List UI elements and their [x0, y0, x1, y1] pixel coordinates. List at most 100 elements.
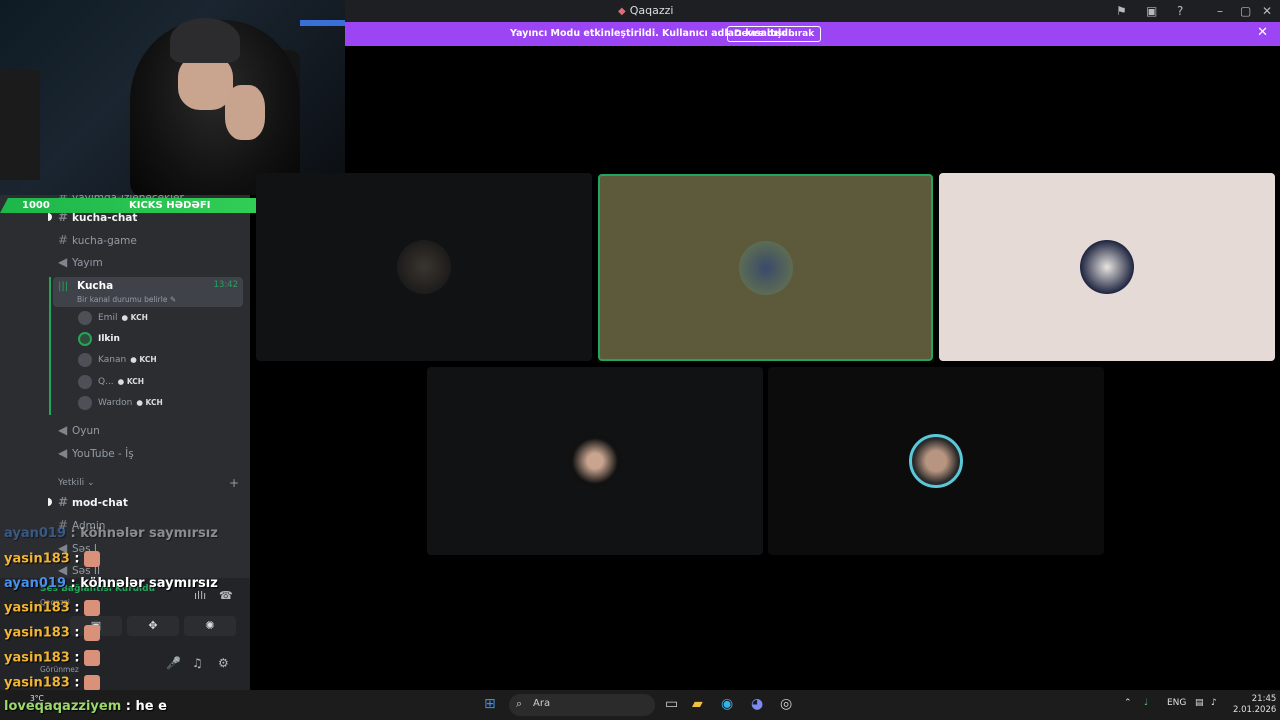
edge-icon[interactable]: ◉	[721, 696, 733, 712]
avatar	[78, 395, 92, 410]
chat-message: yasin183 :	[4, 650, 100, 666]
webcam-light	[300, 20, 345, 26]
voice-user-wardon[interactable]: Wardon ● KCH	[78, 394, 163, 412]
language-indicator[interactable]: ENG	[1167, 698, 1186, 708]
window-title-text: Qaqazzi	[629, 4, 674, 17]
channel-label: kucha-game	[72, 235, 137, 247]
channel-oyun[interactable]: ◀ Oyun	[58, 421, 100, 439]
voice-user-name: Ilkin	[98, 334, 120, 344]
search-icon: ⌕	[516, 697, 523, 710]
volume-icon[interactable]: ♪	[1211, 698, 1217, 708]
clock-date: 2.01.2026	[1233, 705, 1277, 715]
chat-username: yasin183	[4, 650, 70, 666]
voice-active-icon: |||	[58, 281, 69, 292]
start-windows-icon[interactable]: ⊞	[484, 696, 496, 712]
speaker-icon: ◀	[58, 255, 68, 269]
discord-icon[interactable]: ◕	[751, 696, 763, 712]
chat-username: yasin183	[4, 551, 70, 567]
participant-avatar	[909, 434, 963, 488]
disable-streamer-mode-button[interactable]: Devre dışı bırak	[727, 26, 822, 42]
voice-user-q[interactable]: Q... ● KCH	[78, 373, 144, 391]
chat-message: yasin183 :	[4, 600, 100, 616]
voice-channel-name: Kucha	[77, 280, 114, 292]
participant-avatar	[568, 434, 622, 488]
voice-user-name: Wardon	[98, 398, 133, 408]
window-title: ◆ Qaqazzi	[618, 4, 673, 17]
voice-user-emil[interactable]: Emil ● KCH	[78, 309, 148, 327]
task-view-icon[interactable]: ▭	[665, 696, 678, 712]
activity-icon: ✥	[148, 619, 158, 632]
speaker-icon: ◀	[58, 446, 68, 460]
channel-mod-chat[interactable]: # mod-chat	[58, 493, 128, 511]
channel-yayim[interactable]: ◀ Yayım	[58, 253, 103, 271]
chevron-up-icon[interactable]: ⌃	[1124, 698, 1132, 708]
webcam-cap	[170, 18, 240, 63]
user-status: Görünmez	[40, 665, 79, 674]
activity-button[interactable]: ✥	[127, 616, 179, 636]
tag-text: KCH	[145, 398, 163, 407]
clock-time: 21:45	[1251, 694, 1277, 704]
chat-message: yasin183 :	[4, 551, 100, 567]
channel-label: YouTube - İş	[72, 448, 134, 460]
help-icon[interactable]: ?	[1177, 3, 1183, 19]
soundboard-button[interactable]: ✺	[184, 616, 236, 636]
participant-tile[interactable]	[427, 367, 763, 555]
clock[interactable]: 21:45 2.01.2026	[1233, 694, 1276, 716]
chat-message: ayan019 : köhnələr saymırsız	[4, 526, 218, 541]
close-banner-icon[interactable]: ✕	[1257, 25, 1268, 40]
mic-icon[interactable]: 🎤	[166, 656, 181, 670]
participant-tile[interactable]	[256, 173, 592, 361]
tag-badge: ● KCH	[136, 398, 163, 407]
hash-icon: #	[58, 495, 69, 509]
chat-username: yasin183	[4, 600, 70, 616]
voice-user-kanan[interactable]: Kanan ● KCH	[78, 351, 157, 369]
voice-channel-status[interactable]: Bir kanal durumu belirle ✎	[77, 295, 176, 304]
voice-channel-time: 13:42	[213, 280, 239, 290]
chat-username: ayan019	[4, 526, 67, 541]
close-window-icon[interactable]: ✕	[1262, 3, 1272, 19]
voice-user-name: Emil	[98, 313, 118, 323]
webcam-background	[0, 70, 40, 180]
channel-label: Yayım	[72, 257, 103, 269]
voice-user-name: Q...	[98, 377, 114, 387]
emote-icon	[83, 625, 100, 641]
category-yetkili[interactable]: Yetkili ⌄	[58, 478, 95, 488]
chat-username: yasin183	[4, 625, 70, 641]
participant-avatar	[738, 240, 793, 295]
chat-username: yasin183	[4, 675, 70, 691]
participant-tile[interactable]	[939, 173, 1275, 361]
voice-user-ilkin[interactable]: Ilkin	[78, 330, 120, 348]
obs-icon[interactable]: ◎	[780, 696, 792, 712]
soundboard-icon: ✺	[205, 619, 215, 632]
emote-icon	[83, 650, 100, 666]
tag-text: KCH	[139, 355, 157, 364]
chat-text: he e	[135, 699, 167, 714]
webcam-overlay	[0, 0, 345, 195]
tag-text: KCH	[130, 313, 148, 322]
channel-kucha-game[interactable]: # kucha-game	[58, 231, 137, 249]
taskbar-search[interactable]: ⌕ Ara	[509, 694, 655, 716]
chat-username: ayan019	[4, 576, 67, 591]
maximize-icon[interactable]: ▢	[1240, 3, 1251, 19]
screen-icon[interactable]: ▣	[1146, 3, 1157, 19]
headphones-icon[interactable]: ♫	[192, 656, 203, 670]
settings-gear-icon[interactable]: ⚙	[218, 656, 229, 670]
participant-tile-speaking[interactable]	[598, 174, 933, 361]
webcam-hand	[225, 85, 265, 140]
file-explorer-icon[interactable]: ▰	[692, 696, 703, 712]
participant-avatar	[1080, 240, 1134, 294]
channel-label: kucha-chat	[72, 212, 138, 224]
participant-tile[interactable]	[768, 367, 1104, 555]
minimize-icon[interactable]: –	[1217, 3, 1223, 19]
tag-badge: ● KCH	[121, 313, 148, 322]
disconnect-icon[interactable]: ☎	[219, 589, 233, 602]
network-icon[interactable]: ▤	[1195, 698, 1204, 708]
chevron-down-icon: ⌄	[86, 478, 95, 488]
voice-channel-kucha[interactable]: ||| Kucha 13:42 Bir kanal durumu belirle…	[53, 277, 243, 307]
tag-text: KCH	[126, 377, 145, 386]
mic-tray-icon[interactable]: ♩	[1144, 698, 1148, 708]
emote-icon	[83, 551, 100, 567]
channel-youtube[interactable]: ◀ YouTube - İş	[58, 444, 134, 462]
inbox-icon[interactable]: ⚑	[1116, 3, 1127, 19]
add-channel-icon[interactable]: +	[229, 476, 239, 490]
